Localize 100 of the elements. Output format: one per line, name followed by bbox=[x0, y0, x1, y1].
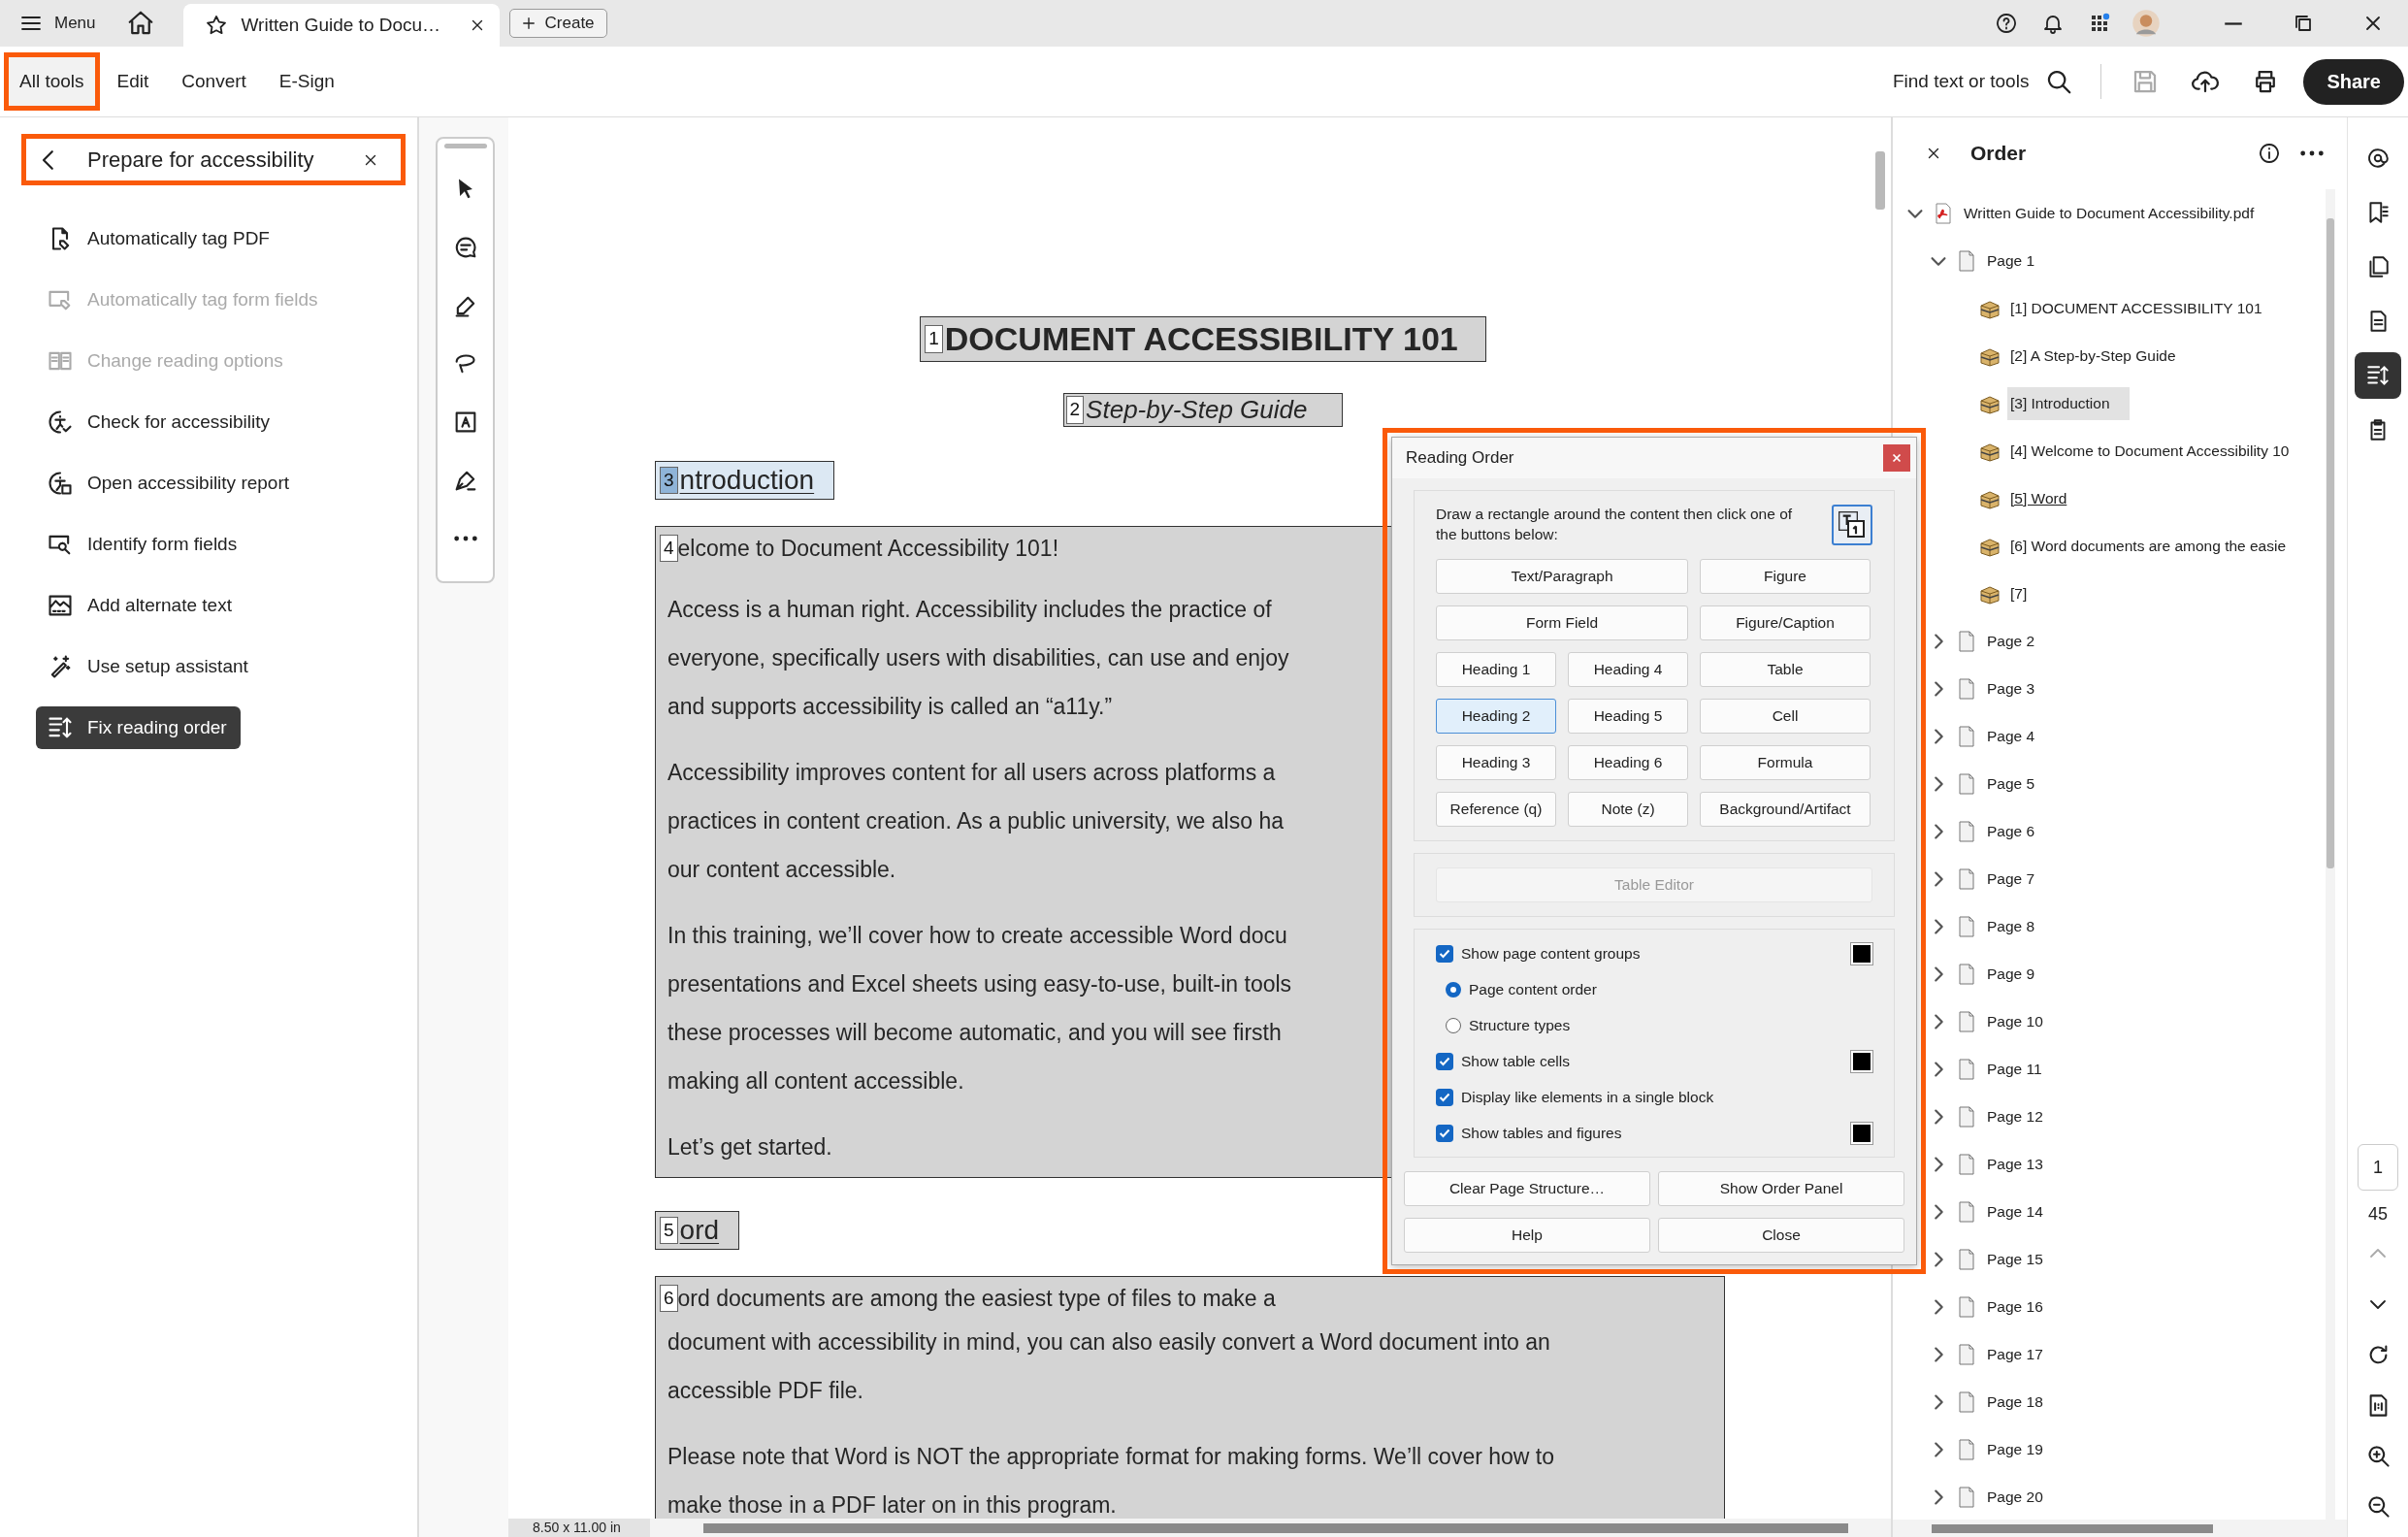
order-number: 6 bbox=[660, 1284, 678, 1313]
page-count: 45 bbox=[2368, 1204, 2388, 1225]
body-text: make those in a PDF later on in this program. bbox=[667, 1491, 1117, 1519]
sidebar-button[interactable] bbox=[2355, 352, 2401, 399]
tag-type-button[interactable]: Table bbox=[1700, 652, 1871, 687]
order-number: 5 bbox=[660, 1216, 678, 1245]
tag-type-button[interactable]: Reference (q) bbox=[1436, 792, 1556, 827]
tree-item[interactable]: [6] Word documents are among the easie bbox=[2007, 529, 2290, 563]
dialog-title: Reading Order bbox=[1406, 448, 1514, 468]
content-block[interactable]: 5 ord bbox=[655, 1211, 740, 1250]
tree-item[interactable]: Page 1 bbox=[1984, 244, 2038, 278]
tag-type-button[interactable]: Heading 6 bbox=[1568, 745, 1688, 780]
tool-item[interactable]: Check for accessibility bbox=[36, 401, 283, 443]
tree-item[interactable]: Page 15 bbox=[1984, 1242, 2046, 1276]
document-heading: ntroduction bbox=[679, 465, 815, 496]
tag-type-button[interactable]: Cell bbox=[1700, 699, 1871, 734]
find-button[interactable]: Find text or tools bbox=[1878, 67, 2088, 96]
toolbar-tab[interactable]: Edit bbox=[101, 52, 165, 111]
tag-order-icon bbox=[1837, 509, 1868, 540]
info-icon bbox=[2258, 142, 2281, 165]
scrollbar[interactable] bbox=[1932, 1523, 2213, 1533]
tag-order-button[interactable] bbox=[1832, 505, 1872, 545]
tree-item[interactable]: Page 7 bbox=[1984, 862, 2038, 896]
body-text: practices in content creation. As a public university, we also ha bbox=[667, 807, 1284, 834]
checkbox[interactable] bbox=[1436, 1124, 1453, 1142]
tag-type-button[interactable]: Figure/Caption bbox=[1700, 605, 1871, 640]
scrollbar[interactable] bbox=[2327, 218, 2334, 868]
tag-type-button[interactable]: Heading 4 bbox=[1568, 652, 1688, 687]
toolbar-tab[interactable]: All tools bbox=[4, 52, 100, 111]
tree-item[interactable]: Page 11 bbox=[1984, 1052, 2045, 1086]
tag-type-button[interactable]: Heading 5 bbox=[1568, 699, 1688, 734]
content-block[interactable]: 3 ntroduction bbox=[655, 461, 835, 500]
dialog-button[interactable]: Clear Page Structure… bbox=[1404, 1171, 1650, 1206]
tree-item[interactable]: Page 12 bbox=[1984, 1099, 2046, 1133]
tree-item[interactable]: Page 4 bbox=[1984, 719, 2038, 753]
create-button[interactable]: Create bbox=[508, 9, 607, 38]
tree-item[interactable]: [4] Welcome to Document Accessibility 10 bbox=[2007, 434, 2293, 468]
tree-item[interactable]: Page 8 bbox=[1984, 909, 2038, 943]
dialog-button[interactable]: Help bbox=[1404, 1218, 1650, 1253]
checkbox[interactable] bbox=[1436, 944, 1453, 963]
tree-item[interactable]: Page 2 bbox=[1984, 624, 2038, 658]
help-icon bbox=[1995, 12, 2018, 35]
tag-type-button[interactable]: Note (z) bbox=[1568, 792, 1688, 827]
close-button[interactable] bbox=[1883, 444, 1910, 472]
tree-item[interactable]: Page 14 bbox=[1984, 1194, 2046, 1228]
tag-type-button[interactable]: Text/Paragraph bbox=[1436, 559, 1688, 594]
tree-item[interactable]: [7] bbox=[2007, 576, 2031, 610]
scrollbar[interactable] bbox=[702, 1522, 1848, 1533]
menu-button[interactable]: Menu bbox=[0, 0, 117, 47]
tree-item[interactable]: Page 18 bbox=[1984, 1385, 2046, 1419]
tool-item[interactable]: Open accessibility report bbox=[36, 462, 304, 505]
tag-type-button[interactable]: Background/Artifact bbox=[1700, 792, 1871, 827]
share-button[interactable]: Share bbox=[2303, 58, 2404, 105]
tool-item[interactable]: Add alternate text bbox=[36, 584, 245, 627]
content-block[interactable]: 2 Step-by-Step Guide bbox=[1062, 393, 1344, 427]
panel-title: Prepare for accessibility bbox=[87, 147, 315, 173]
dialog-button[interactable]: Close bbox=[1658, 1218, 1904, 1253]
tree-item[interactable]: Page 19 bbox=[1984, 1432, 2046, 1466]
tag-type-button[interactable]: Formula bbox=[1700, 745, 1871, 780]
tag-type-button[interactable]: Form Field bbox=[1436, 605, 1688, 640]
tree-item[interactable]: Page 10 bbox=[1984, 1004, 2046, 1038]
body-text: accessible PDF file. bbox=[667, 1377, 863, 1404]
tree-item[interactable]: Written Guide to Document Accessibility.pdf bbox=[1961, 196, 2258, 230]
tree-item[interactable]: Page 9 bbox=[1984, 957, 2038, 991]
content-block[interactable] bbox=[655, 1276, 1725, 1519]
radio-button[interactable] bbox=[1446, 981, 1461, 997]
tool-item[interactable]: Use setup assistant bbox=[36, 645, 262, 688]
tag-type-button[interactable]: Figure bbox=[1700, 559, 1871, 594]
tree-item[interactable]: [1] DOCUMENT ACCESSIBILITY 101 bbox=[2007, 291, 2265, 325]
tree-item[interactable]: [3] Introduction bbox=[2007, 386, 2130, 420]
dialog-button[interactable]: Show Order Panel bbox=[1658, 1171, 1904, 1206]
radio-button[interactable] bbox=[1446, 1017, 1461, 1033]
document-tab[interactable]: Written Guide to Docu… bbox=[182, 4, 500, 47]
tag-type-button[interactable]: Heading 2 bbox=[1436, 699, 1556, 734]
tag-type-button[interactable]: Heading 3 bbox=[1436, 745, 1556, 780]
page-size: 8.50 x 11.00 in bbox=[508, 1519, 650, 1537]
tree-item[interactable]: Page 13 bbox=[1984, 1147, 2046, 1181]
color-swatch[interactable] bbox=[1851, 1122, 1872, 1144]
tree-item[interactable]: Page 16 bbox=[1984, 1290, 2046, 1324]
color-swatch[interactable] bbox=[1851, 942, 1872, 965]
tool-item[interactable]: Fix reading order bbox=[36, 706, 241, 749]
tag-type-button[interactable]: Heading 1 bbox=[1436, 652, 1556, 687]
checkbox[interactable] bbox=[1436, 1052, 1453, 1070]
order-number: 4 bbox=[660, 534, 678, 563]
scrollbar[interactable] bbox=[1875, 151, 1885, 210]
tool-item[interactable]: Automatically tag PDF bbox=[36, 217, 283, 260]
tree-item[interactable]: Page 3 bbox=[1984, 671, 2038, 705]
toolbar-tab[interactable]: Convert bbox=[166, 52, 262, 111]
color-swatch[interactable] bbox=[1851, 1050, 1872, 1072]
tree-item[interactable]: Page 17 bbox=[1984, 1337, 2046, 1371]
page-number-field[interactable]: 1 bbox=[2358, 1144, 2398, 1191]
tree-item[interactable]: Page 5 bbox=[1984, 767, 2038, 801]
tree-item[interactable]: Page 6 bbox=[1984, 814, 2038, 848]
tree-item[interactable]: [2] A Step-by-Step Guide bbox=[2007, 339, 2179, 373]
body-text: ord documents are among the easiest type of files to make a bbox=[677, 1285, 1276, 1312]
toolbar-tab[interactable]: E-Sign bbox=[263, 52, 350, 111]
checkbox[interactable] bbox=[1436, 1088, 1453, 1106]
tool-item[interactable]: Identify form fields bbox=[36, 523, 251, 566]
tree-item[interactable]: [5] Word bbox=[2007, 481, 2070, 515]
tree-item[interactable]: Page 20 bbox=[1984, 1480, 2046, 1514]
